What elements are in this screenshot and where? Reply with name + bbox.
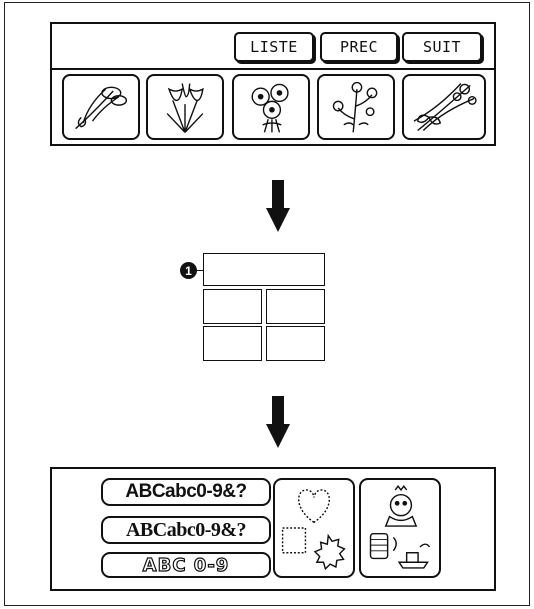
screen-area-top-left <box>203 289 262 324</box>
tulip-bouquet-icon <box>166 83 204 133</box>
pattern-tile-1[interactable] <box>62 74 140 140</box>
pattern-tile-4[interactable] <box>317 74 395 140</box>
sun-frame-icon <box>313 533 346 571</box>
down-arrow-icon <box>266 180 290 232</box>
down-arrow-icon <box>266 396 290 448</box>
screen-area-bottom-left <box>203 326 262 361</box>
pattern-tile-3[interactable] <box>232 74 310 140</box>
character-thread-icon <box>369 484 431 569</box>
screen-area-bottom-right <box>266 326 325 361</box>
pattern-selection-screen: LISTE PREC SUIT <box>50 22 496 146</box>
callout-marker: 1 <box>180 262 197 279</box>
flower-bouquet-1-icon <box>75 86 128 130</box>
next-button[interactable]: SUIT <box>402 32 482 62</box>
character-design-tile[interactable] <box>359 478 441 578</box>
font-sample-serif[interactable]: ABCabc0-9&? <box>101 516 271 544</box>
flower-spray-icon <box>332 81 378 133</box>
font-sample-gothic[interactable]: ABCabc0-9&? <box>101 478 271 506</box>
divider <box>52 68 494 70</box>
heart-frame-icon <box>298 489 330 524</box>
font-sample-outline[interactable]: ABC 0-9 <box>101 552 271 578</box>
list-button[interactable]: LISTE <box>234 32 314 62</box>
daisy-bouquet-icon <box>251 83 289 133</box>
frame-shapes <box>281 489 346 571</box>
prev-button[interactable]: PREC <box>320 32 398 62</box>
pattern-tile-2[interactable] <box>146 74 224 140</box>
frame-design-tile[interactable] <box>273 478 355 578</box>
screen-area-top-right <box>266 289 325 324</box>
screen-area-top <box>203 253 325 286</box>
pattern-tile-5[interactable] <box>402 74 486 140</box>
bouquet-with-ribbon-icon <box>413 83 477 132</box>
square-frame-icon <box>281 527 307 554</box>
